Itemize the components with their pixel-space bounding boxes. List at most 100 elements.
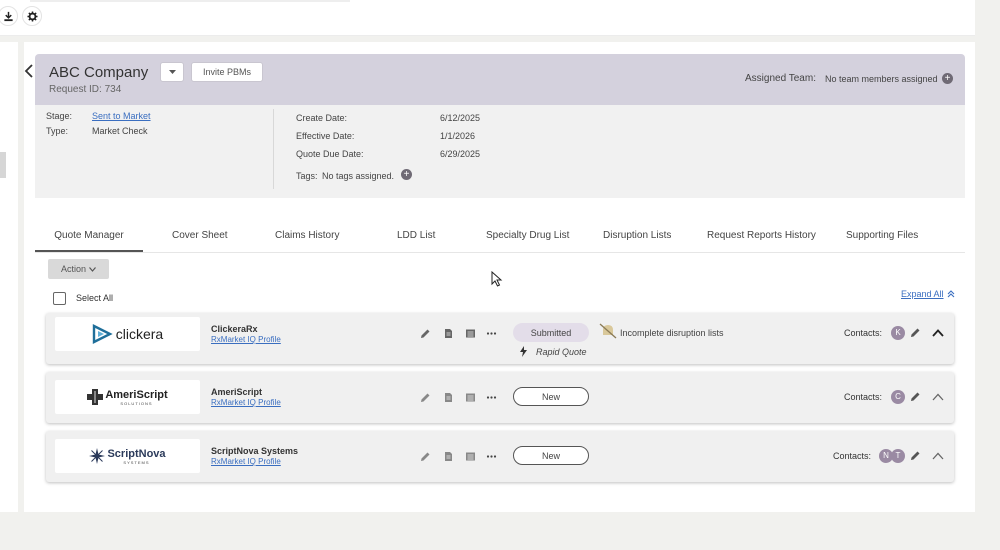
download-button[interactable] <box>0 6 18 26</box>
add-team-member-icon[interactable]: + <box>942 73 953 84</box>
chevron-up-icon[interactable] <box>932 393 944 401</box>
avatar[interactable]: T <box>891 449 905 463</box>
ameriscript-logo-icon <box>87 389 104 405</box>
clickera-logo-icon <box>92 324 113 344</box>
more-icon[interactable] <box>486 328 497 339</box>
pbm-profile-link[interactable]: RxMarket IQ Profile <box>211 457 281 466</box>
tab-request-reports-history[interactable]: Request Reports History <box>707 226 816 252</box>
effective-date-label: Effective Date: <box>296 131 355 141</box>
pbm-logo-text: clickera <box>115 326 164 342</box>
quote-due-date-label: Quote Due Date: <box>296 149 364 159</box>
pbm-row: AmeriScript SOLUTIONS AmeriScript RxMark… <box>46 372 954 423</box>
edit-contacts-icon[interactable] <box>910 327 921 338</box>
info-divider <box>273 109 274 189</box>
company-dropdown-button[interactable] <box>160 62 184 82</box>
list-icon[interactable] <box>465 451 476 462</box>
pbm-name: AmeriScript <box>211 387 263 397</box>
invite-pbms-button[interactable]: Invite PBMs <box>191 62 263 82</box>
assigned-team-value: No team members assigned <box>825 74 938 84</box>
caret-down-icon <box>168 70 176 74</box>
type-label: Type: <box>46 126 69 136</box>
expand-all-link[interactable]: Expand All <box>901 289 955 299</box>
action-dropdown-button[interactable]: Action <box>48 259 109 279</box>
document-icon[interactable] <box>443 392 454 403</box>
pbm-logo: clickera <box>55 317 200 351</box>
download-icon <box>3 11 13 21</box>
sidebar <box>0 42 18 512</box>
top-bar-divider <box>30 0 350 2</box>
pbm-row: ScriptNova SYSTEMS ScriptNova Systems Rx… <box>46 431 954 482</box>
request-info: Stage: Sent to Market Type: Market Check… <box>35 105 965 198</box>
document-icon[interactable] <box>443 451 454 462</box>
back-chevron-icon[interactable] <box>24 64 34 78</box>
avatar[interactable]: C <box>891 390 905 404</box>
top-bar <box>0 0 975 36</box>
tab-specialty-drug-list[interactable]: Specialty Drug List <box>486 226 569 252</box>
pbm-name: ScriptNova Systems <box>211 446 299 456</box>
pbm-profile-link[interactable]: RxMarket IQ Profile <box>211 398 281 407</box>
pbm-profile-link[interactable]: RxMarket IQ Profile <box>211 335 281 344</box>
select-all-checkbox[interactable] <box>53 292 66 305</box>
gear-icon <box>26 10 38 22</box>
pbm-name: ClickeraRx <box>211 324 258 334</box>
pbm-row: clickera ClickeraRx RxMarket IQ Profile … <box>46 313 954 364</box>
assigned-team-label: Assigned Team: <box>745 73 816 84</box>
select-all-label: Select All <box>76 293 114 303</box>
mouse-cursor-icon <box>491 271 503 287</box>
avatar[interactable]: K <box>891 326 905 340</box>
disruption-warning: Incomplete disruption lists <box>620 328 724 338</box>
effective-date-value: 1/1/2026 <box>440 131 476 141</box>
tab-disruption-lists[interactable]: Disruption Lists <box>603 226 671 252</box>
pbm-logo-text: ScriptNova <box>107 447 166 460</box>
tab-claims-history[interactable]: Claims History <box>275 226 339 252</box>
pbm-logo: AmeriScript SOLUTIONS <box>55 380 200 414</box>
request-id: Request ID: 734 <box>49 84 122 95</box>
double-chevron-up-icon <box>947 290 954 298</box>
chevron-up-icon[interactable] <box>932 452 944 460</box>
pbm-logo-text: AmeriScript <box>105 388 168 401</box>
pencil-icon[interactable] <box>420 451 431 462</box>
sidebar-active-marker[interactable] <box>0 152 6 178</box>
pbm-logo-subtext: SYSTEMS <box>123 459 150 465</box>
tab-supporting-files[interactable]: Supporting Files <box>846 226 918 252</box>
settings-button[interactable] <box>22 6 42 26</box>
chevron-up-icon[interactable] <box>932 329 944 337</box>
edit-contacts-icon[interactable] <box>910 450 921 461</box>
contacts-label: Contacts: <box>833 451 872 461</box>
more-icon[interactable] <box>486 451 497 462</box>
company-title: ABC Company <box>49 64 149 81</box>
status-badge: New <box>513 387 589 406</box>
type-value: Market Check <box>92 126 148 136</box>
contacts-label: Contacts: <box>844 328 883 338</box>
pencil-icon[interactable] <box>420 328 431 339</box>
tab-divider <box>35 252 965 253</box>
action-label: Action <box>60 264 86 274</box>
lightning-icon <box>520 346 527 357</box>
more-icon[interactable] <box>486 392 497 403</box>
tab-quote-manager[interactable]: Quote Manager <box>35 226 143 252</box>
stage-link[interactable]: Sent to Market <box>92 111 151 121</box>
tab-cover-sheet[interactable]: Cover Sheet <box>172 226 228 252</box>
tags-label: Tags: <box>296 171 318 181</box>
tags-value: No tags assigned. <box>322 171 395 181</box>
expand-all-label: Expand All <box>901 289 944 299</box>
edit-contacts-icon[interactable] <box>910 391 921 402</box>
pbm-logo: ScriptNova SYSTEMS <box>55 439 200 473</box>
rapid-quote-label: Rapid Quote <box>536 347 587 357</box>
tab-bar: Quote Manager Cover Sheet Claims History… <box>35 226 965 252</box>
add-tag-icon[interactable]: + <box>401 169 412 180</box>
chevron-down-icon <box>89 266 96 272</box>
document-icon[interactable] <box>443 328 454 339</box>
list-icon[interactable] <box>465 328 476 339</box>
quote-due-date-value: 6/29/2025 <box>440 149 481 159</box>
status-badge: New <box>513 446 589 465</box>
status-badge: Submitted <box>513 323 589 342</box>
pbm-logo-subtext: SOLUTIONS <box>120 400 153 406</box>
create-date-value: 6/12/2025 <box>440 113 481 123</box>
tab-ldd-list[interactable]: LDD List <box>397 226 435 252</box>
stage-label: Stage: <box>46 111 73 121</box>
bell-off-icon <box>599 323 617 339</box>
pencil-icon[interactable] <box>420 392 431 403</box>
scriptnova-logo-icon <box>89 448 106 464</box>
list-icon[interactable] <box>465 392 476 403</box>
